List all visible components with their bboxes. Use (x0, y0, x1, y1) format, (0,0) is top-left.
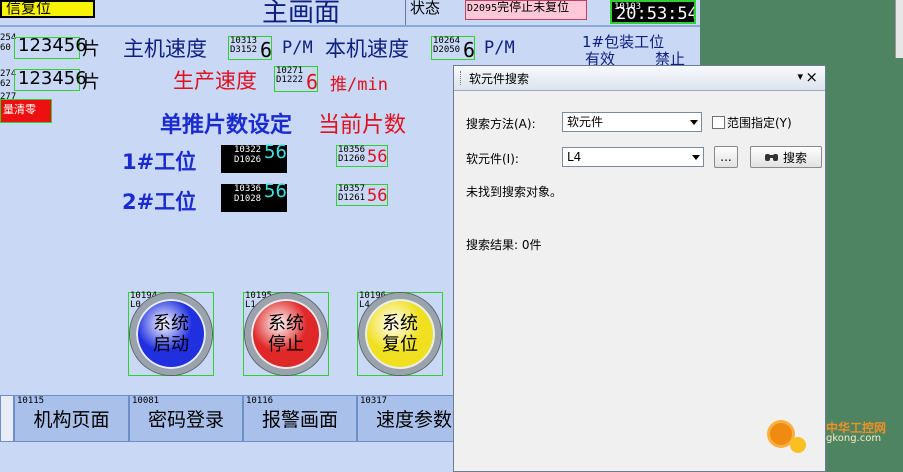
panel-title-bar[interactable]: 软元件搜索 ▾ × (454, 66, 825, 91)
count1-value: 123456 (18, 35, 87, 56)
main-speed-unit: P/M (282, 38, 313, 58)
nav-password-tag: 10081 (132, 396, 160, 406)
count1-unit: 片 (82, 39, 100, 60)
status-text: 完停止未复位 (497, 0, 570, 14)
local-speed-label: 本机速度 (325, 37, 409, 61)
search-method-select[interactable]: 软元件 (562, 112, 702, 132)
station2-set-value: 56 (264, 180, 287, 202)
system-reset-button[interactable]: 系统 复位 (359, 293, 441, 375)
browse-button[interactable]: ... (714, 146, 738, 168)
count1-subtag: 60 (0, 43, 11, 53)
prod-speed-unit: 推/min (330, 75, 388, 95)
system-start-button[interactable]: 系统 启动 (130, 293, 212, 375)
nav-speed-label: 速度参数 (375, 409, 452, 431)
station2-set-tag: 10336 (234, 184, 262, 194)
status-badge: D2095完停止未复位 (465, 0, 587, 20)
gear-icon (770, 423, 792, 445)
watermark-text-en: gkong.com (826, 433, 882, 444)
prod-speed-label: 生产速度 (173, 69, 257, 93)
prod-speed-display: 10271 D1222 6 (274, 66, 319, 94)
clear-count-button[interactable]: 量清零 (0, 99, 52, 123)
main-speed-display: 10313 D3152 6 (228, 36, 273, 62)
clear-count-label: 量清零 (3, 103, 36, 116)
system-stop-label: 系统 停止 (268, 313, 304, 355)
station1-current-display: 10356 D1260 56 (336, 145, 388, 167)
prod-speed-device: D1222 (276, 75, 304, 85)
main-speed-label: 主机速度 (123, 37, 207, 61)
status-value: D2095 (467, 3, 498, 14)
browse-label: ... (720, 150, 732, 164)
grip-icon[interactable] (460, 71, 464, 85)
scrollbar-edge[interactable] (895, 0, 903, 58)
range-label: 范围指定(Y) (727, 116, 792, 130)
current-count-label: 当前片数 (318, 113, 407, 138)
local-speed-value: 6 (463, 38, 476, 62)
station2-current-value: 56 (367, 186, 388, 206)
main-speed-device: D3152 (230, 45, 258, 55)
nav-alarm-label: 报警画面 (261, 409, 338, 431)
nav-mechanism-page[interactable]: 10115 机构页面 (14, 395, 129, 442)
nav-password-login[interactable]: 10081 密码登录 (129, 395, 243, 442)
nav-speed-tag: 10317 (360, 396, 388, 406)
gear-small-icon (790, 437, 806, 453)
search-method-label: 搜索方法(A): (466, 117, 536, 131)
device-value: L4 (567, 150, 582, 164)
station1-set-value: 56 (264, 141, 287, 163)
station1-label: 1#工位 (122, 150, 197, 174)
status-label: 状态 (410, 0, 441, 17)
search-result-count: 搜索结果: 0件 (466, 238, 542, 252)
search-button[interactable]: 搜索 (750, 146, 822, 168)
count2-value: 123456 (18, 68, 87, 89)
reset-indicator[interactable]: 信复位 (0, 0, 95, 18)
top-separator (0, 25, 700, 27)
count2-subtag: 62 (0, 79, 11, 89)
watermark: 中华工控网 gkong.com (768, 417, 898, 461)
device-input[interactable]: L4 (562, 147, 704, 167)
chevron-down-icon (692, 155, 700, 160)
local-speed-display: 10264 D2050 6 (431, 36, 476, 62)
divider (405, 0, 406, 25)
pin-icon[interactable]: ▾ (797, 70, 803, 83)
nav-mechanism-label: 机构页面 (33, 409, 110, 431)
local-speed-device: D2050 (433, 45, 461, 55)
station2-current-device: D1261 (338, 193, 366, 203)
clock-display: 10103 20:53:54 (610, 0, 696, 24)
main-speed-value: 6 (260, 38, 273, 62)
system-reset-label: 系统 复位 (382, 313, 418, 355)
set-count-label: 单推片数设定 (160, 113, 293, 138)
station2-current-display: 10357 D1261 56 (336, 184, 388, 206)
station1-current-value: 56 (367, 147, 388, 167)
station1-current-device: D1260 (338, 154, 366, 164)
device-search-panel: 软元件搜索 ▾ × 搜索方法(A): 软元件 范围指定(Y) 软元件(I): L… (453, 65, 826, 472)
close-icon[interactable]: × (805, 68, 818, 86)
nav-password-label: 密码登录 (147, 409, 224, 431)
system-stop-button[interactable]: 系统 停止 (245, 293, 327, 375)
reset-indicator-label: 信复位 (6, 0, 52, 17)
station1-set-device: D1026 (234, 155, 262, 165)
nav-alarm-tag: 10116 (246, 396, 274, 406)
nav-mechanism-tag: 10115 (17, 396, 45, 406)
panel-title: 软元件搜索 (469, 71, 530, 86)
prod-speed-value: 6 (306, 70, 319, 94)
local-speed-unit: P/M (484, 38, 515, 58)
device-label: 软元件(I): (466, 152, 519, 166)
binoculars-icon (764, 152, 779, 162)
station1-set-input[interactable]: 10322 D1026 56 (221, 141, 287, 173)
station2-set-device: D1028 (234, 194, 262, 204)
station2-label: 2#工位 (122, 190, 197, 214)
not-found-message: 未找到搜索对象。 (466, 185, 563, 199)
system-start-label: 系统 启动 (153, 313, 189, 355)
station2-set-input[interactable]: 10336 D1028 56 (221, 180, 287, 212)
search-button-label: 搜索 (782, 150, 807, 165)
range-checkbox[interactable] (712, 116, 725, 129)
chevron-down-icon (690, 120, 698, 125)
count2-unit: 片 (82, 72, 100, 93)
station1-set-tag: 10322 (234, 145, 262, 155)
clock-time: 20:53:54 (616, 4, 696, 24)
search-method-value: 软元件 (567, 115, 604, 129)
nav-alarm-screen[interactable]: 10116 报警画面 (243, 395, 357, 442)
nav-left-stub[interactable] (0, 395, 14, 442)
